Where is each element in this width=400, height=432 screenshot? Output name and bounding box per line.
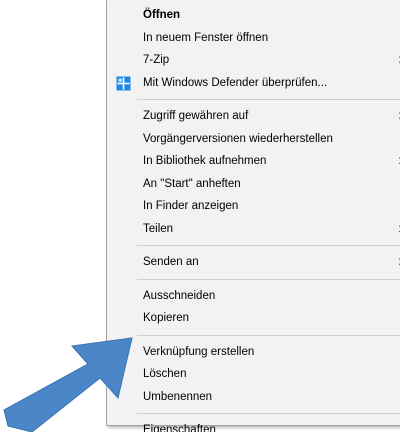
menu-item-label: Verknüpfung erstellen — [143, 345, 255, 358]
menu-item-pin-start[interactable]: An "Start" anheften — [107, 173, 400, 196]
menu-item-show-in-finder[interactable]: In Finder anzeigen — [107, 195, 400, 218]
menu-group-manage: Verknüpfung erstellen Löschen Umbenennen — [107, 337, 400, 413]
menu-item-grant-access[interactable]: Zugriff gewähren auf > — [107, 105, 400, 128]
menu-separator — [137, 278, 400, 280]
menu-item-windows-defender[interactable]: Mit Windows Defender überprüfen... — [107, 72, 400, 95]
menu-item-restore-versions[interactable]: Vorgängerversionen wiederherstellen — [107, 128, 400, 151]
menu-item-properties[interactable]: Eigenschaften — [107, 419, 400, 432]
menu-item-label: Eigenschaften — [143, 424, 216, 432]
menu-item-label: Mit Windows Defender überprüfen... — [143, 76, 328, 89]
menu-item-share[interactable]: Teilen > — [107, 218, 400, 241]
menu-item-delete[interactable]: Löschen — [107, 363, 400, 386]
menu-item-rename[interactable]: Umbenennen — [107, 386, 400, 409]
menu-item-7zip[interactable]: 7-Zip > — [107, 49, 400, 72]
menu-group-send: Senden an > — [107, 247, 400, 278]
menu-separator — [137, 245, 400, 246]
menu-item-label: In neuem Fenster öffnen — [143, 31, 269, 44]
menu-item-label: Ausschneiden — [143, 289, 216, 302]
menu-separator — [137, 413, 400, 414]
menu-group-clipboard: Ausschneiden Kopieren — [107, 281, 400, 334]
context-menu: Öffnen In neuem Fenster öffnen 7-Zip > M… — [106, 0, 400, 432]
menu-item-label: In Finder anzeigen — [143, 200, 239, 212]
menu-separator — [137, 334, 400, 336]
menu-group-properties: Eigenschaften — [107, 415, 400, 432]
menu-item-open-new-window[interactable]: In neuem Fenster öffnen — [107, 27, 400, 50]
menu-item-label: Vorgängerversionen wiederherstellen — [143, 132, 333, 145]
menu-item-label: Teilen — [143, 222, 174, 235]
menu-item-create-shortcut[interactable]: Verknüpfung erstellen — [107, 341, 400, 364]
menu-group-access: Zugriff gewähren auf > Vorgängerversione… — [107, 101, 400, 244]
menu-group-open: Öffnen In neuem Fenster öffnen 7-Zip > M… — [107, 0, 400, 98]
windows-defender-icon — [116, 76, 131, 90]
menu-item-send-to[interactable]: Senden an > — [107, 251, 400, 274]
menu-item-label: Kopieren — [143, 312, 190, 324]
menu-item-label: Senden an — [143, 256, 199, 268]
blue-arrow-icon — [3, 337, 133, 432]
menu-item-label: 7-Zip — [143, 54, 170, 66]
menu-item-label: Umbenennen — [143, 390, 213, 403]
menu-separator — [137, 99, 400, 100]
screenshot-stage: Öffnen In neuem Fenster öffnen 7-Zip > M… — [0, 0, 400, 432]
menu-item-oeffnen[interactable]: Öffnen — [107, 4, 400, 27]
menu-item-include-library[interactable]: In Bibliothek aufnehmen > — [107, 150, 400, 173]
menu-item-label: In Bibliothek aufnehmen — [143, 155, 267, 167]
menu-item-copy[interactable]: Kopieren — [107, 307, 400, 330]
menu-item-label: An "Start" anheften — [143, 177, 241, 190]
menu-item-label: Zugriff gewähren auf — [143, 110, 249, 122]
menu-item-label: Öffnen — [143, 9, 181, 21]
menu-item-cut[interactable]: Ausschneiden — [107, 285, 400, 308]
